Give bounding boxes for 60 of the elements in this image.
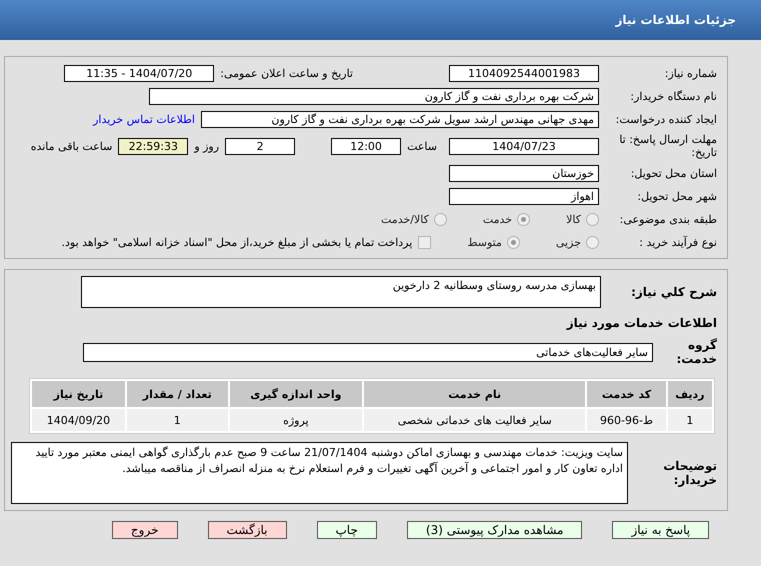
column-header: تاریخ نیاز bbox=[32, 381, 125, 407]
field-label: روز و bbox=[194, 140, 220, 152]
notes-field[interactable]: سایت ویزیت: خدمات مهندسی و بهسازی اماکن دوشنبه 21/07/1404 ساعت 9 صبح عدم بارگذاری گواهی ایمنی معتبر مورد تایید اداره تعاون کار و امور اجتماعی و آخرین آگهی تغییرات و فرم استعلام نرخ به منزله انصراف از مناقصه میباشد. bbox=[11, 442, 628, 504]
table-cell: 1 bbox=[126, 409, 228, 431]
input-field[interactable]: 1404/07/20 - 11:35 bbox=[64, 64, 214, 82]
input-field[interactable]: 1404/07/23 bbox=[449, 138, 599, 154]
field-label: استان محل تحویل: bbox=[630, 166, 717, 180]
table-cell: 1 bbox=[668, 409, 712, 431]
input-field[interactable]: 2 bbox=[225, 138, 296, 154]
contact-link[interactable]: اطلاعات تماس خریدار bbox=[93, 112, 195, 126]
page-title: جزئیات اطلاعات نیاز bbox=[615, 13, 736, 27]
field-label: مهلت ارسال پاسخ: تا تاریخ: bbox=[618, 133, 717, 159]
field-label: شرح کلي نياز: bbox=[630, 285, 717, 299]
option-label: کالا bbox=[566, 212, 581, 226]
input-field[interactable]: 12:00 bbox=[331, 138, 402, 154]
field-label: شهر محل تحویل: bbox=[636, 190, 717, 202]
action-button[interactable]: مشاهده مدارک پیوستی (3) bbox=[406, 521, 582, 539]
field-label: شماره نیاز: bbox=[664, 66, 717, 80]
field-label: توضیحات خریدار: bbox=[662, 459, 717, 487]
option-label: جزیی bbox=[556, 236, 581, 248]
payment-note: پرداخت تمام یا بخشی از مبلغ خرید،از محل "اسناد خزانه اسلامی" خواهد بود. bbox=[62, 236, 412, 248]
input-field[interactable]: شرکت بهره برداری نفت و گاز کارون bbox=[149, 88, 599, 104]
radio-button[interactable] bbox=[434, 212, 447, 226]
column-header: کد خدمت bbox=[587, 381, 666, 407]
radio-button[interactable] bbox=[517, 212, 530, 226]
field-label: نام دستگاه خریدار: bbox=[629, 90, 717, 102]
radio-button[interactable] bbox=[586, 212, 599, 226]
field-label: ایجاد کننده درخواست: bbox=[614, 112, 717, 126]
input-field[interactable]: 22:59:33 bbox=[118, 138, 188, 154]
input-field[interactable]: مهدی جهانی مهندس ارشد سویل شرکت بهره برداری نفت و گاز کارون bbox=[201, 110, 599, 128]
column-header: تعداد / مقدار bbox=[126, 381, 228, 407]
description-field[interactable]: بهسازی مدرسه روستای وسطانیه 2 دارخوین bbox=[81, 276, 601, 308]
input-field[interactable]: خوزستان bbox=[449, 164, 599, 182]
option-label: خدمت bbox=[482, 212, 512, 226]
table-cell: 1404/09/20 bbox=[32, 409, 125, 431]
action-button[interactable]: بازگشت bbox=[208, 521, 286, 539]
input-field[interactable]: سایر فعالیت‌های خدماتی bbox=[83, 342, 653, 362]
table-cell: سایر فعالیت های خدماتی شخصی bbox=[364, 409, 586, 431]
column-header: واحد اندازه گیری bbox=[230, 381, 362, 407]
input-field[interactable]: اهواز bbox=[449, 188, 599, 204]
field-label: گروه خدمت: bbox=[675, 338, 717, 366]
field-label: طبقه بندی موضوعی: bbox=[618, 212, 717, 226]
column-header: نام خدمت bbox=[364, 381, 586, 407]
field-label: تاریخ و ساعت اعلان عمومی: bbox=[220, 66, 353, 80]
action-button[interactable]: خروج bbox=[112, 521, 178, 539]
table-cell: ط-96-960 bbox=[587, 409, 666, 431]
radio-button[interactable] bbox=[506, 236, 520, 248]
option-label: کالا/خدمت bbox=[381, 212, 429, 226]
option-label: متوسط bbox=[467, 236, 502, 248]
input-field[interactable]: 1104092544001983 bbox=[449, 64, 599, 82]
section-title: اطلاعات خدمات مورد نیاز bbox=[565, 316, 717, 330]
radio-button[interactable] bbox=[586, 236, 599, 248]
field-label: ساعت باقی مانده bbox=[30, 140, 112, 152]
action-button[interactable]: چاپ bbox=[316, 521, 377, 539]
action-button[interactable]: پاسخ به نیاز bbox=[612, 521, 710, 539]
field-label: ساعت bbox=[407, 140, 437, 152]
checkbox[interactable] bbox=[418, 236, 432, 248]
table-cell: پروژه bbox=[230, 409, 362, 431]
column-header: ردیف bbox=[668, 381, 712, 407]
field-label: نوع فرآیند خرید : bbox=[638, 236, 717, 248]
